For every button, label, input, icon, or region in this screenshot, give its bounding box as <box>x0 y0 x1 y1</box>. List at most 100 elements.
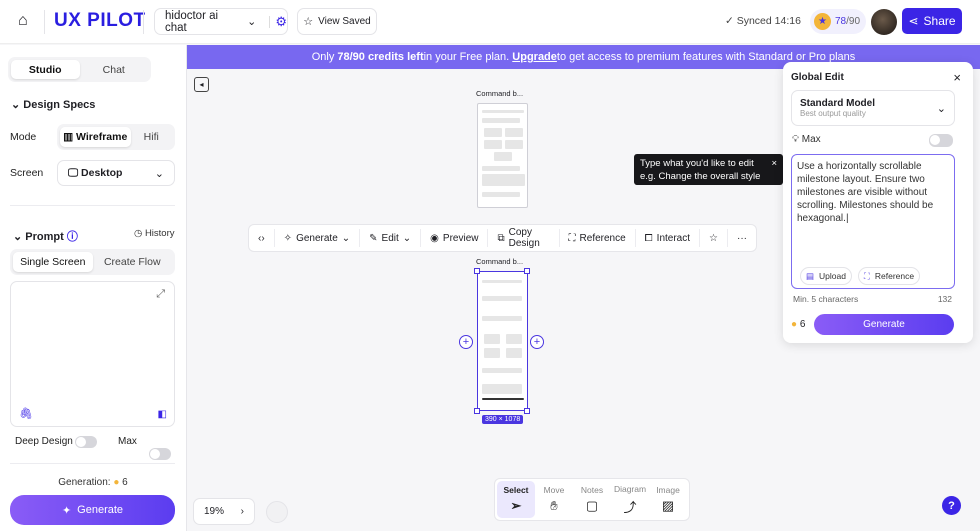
minimap-toggle[interactable] <box>266 501 288 523</box>
credits-badge[interactable]: ★ 78/90 <box>810 9 866 34</box>
add-screen-left-icon[interactable]: + <box>459 335 473 349</box>
frame2-label[interactable]: Command b... <box>476 257 523 266</box>
close-icon[interactable]: × <box>771 157 777 170</box>
more-icon: ··· <box>737 232 747 244</box>
generate-button[interactable]: ✦ Generate <box>10 495 175 525</box>
edit-menu-button[interactable]: ✎ Edit ⌄ <box>360 229 422 247</box>
sync-text: Synced 14:16 <box>736 15 801 27</box>
upload-button[interactable]: ▤ Upload <box>800 267 852 285</box>
brand-logo[interactable]: UX PILOT <box>54 10 146 32</box>
reference-icon: ⛶ <box>863 270 870 281</box>
avatar[interactable] <box>871 9 897 35</box>
model-subtitle: Best output quality <box>800 109 866 118</box>
model-select[interactable]: Standard Model Best output quality ⌄ <box>791 90 955 126</box>
edit-label: Edit <box>381 232 399 244</box>
move-label: Move <box>543 485 565 495</box>
design-specs-heading: Design Specs <box>23 99 96 111</box>
pencil-icon: ✎ <box>369 232 378 244</box>
file-icon: ▤ <box>806 270 815 281</box>
view-saved-button[interactable]: ☆ View Saved <box>297 8 377 35</box>
attach-icon[interactable]: 🖇 <box>19 407 33 420</box>
desktop-icon: 🖵 <box>68 166 79 179</box>
global-generate-label: Generate <box>863 319 905 330</box>
generate-menu-button[interactable]: ✧ Generate ⌄ <box>275 229 361 247</box>
credits-total: /90 <box>846 16 861 27</box>
mode-hifi[interactable]: Hifi <box>131 127 172 147</box>
image-label: Image <box>656 485 680 495</box>
upgrade-link[interactable]: Upgrade <box>512 51 557 63</box>
max-toggle[interactable] <box>149 448 171 460</box>
credit-coin-icon: ★ <box>814 13 831 30</box>
resize-handle[interactable] <box>474 408 480 414</box>
tool-diagram[interactable]: Diagram ⤴ <box>611 481 649 518</box>
copy-design-button[interactable]: ⧉ Copy Design <box>488 227 560 249</box>
max-label: Max <box>118 436 137 447</box>
prompt-text: Use a horizontally scrollable milestone … <box>797 161 934 224</box>
enhance-icon[interactable]: ◧ <box>158 409 167 420</box>
frame-thumbnail-1[interactable] <box>477 103 528 208</box>
tool-select[interactable]: Select ➢ <box>497 481 535 518</box>
settings-icon[interactable]: ⚙ <box>275 14 287 30</box>
prompt-toggle[interactable]: ⌄ Prompt ⓘ <box>13 228 78 244</box>
history-button[interactable]: ◷ History <box>134 228 175 239</box>
interact-button[interactable]: ⧠ Interact <box>636 229 701 247</box>
tab-single-screen[interactable]: Single Screen <box>13 252 93 272</box>
add-screen-right-icon[interactable]: + <box>530 335 544 349</box>
tooltip-line1: Type what you'd like to edit <box>640 158 754 169</box>
copy-design-label: Copy Design <box>508 227 540 249</box>
reference-button[interactable]: ⛶ Reference <box>560 229 636 247</box>
frame1-label[interactable]: Command b... <box>476 89 523 98</box>
more-button[interactable]: ··· <box>728 229 756 247</box>
code-button[interactable]: ‹› <box>249 229 275 247</box>
max-toggle[interactable] <box>929 134 953 147</box>
screen-value: Desktop <box>81 166 123 179</box>
generate-label: Generate <box>77 504 124 516</box>
chevron-right-icon: › <box>240 506 244 517</box>
edit-tooltip: Type what you'd like to edit e.g. Change… <box>634 154 783 185</box>
tool-move[interactable]: Move ✋︎ <box>535 481 573 518</box>
tab-studio[interactable]: Studio <box>11 60 80 79</box>
deep-design-label: Deep Design <box>15 436 73 447</box>
reference-button[interactable]: ⛶ Reference <box>858 267 920 285</box>
favorite-button[interactable]: ☆ <box>700 229 728 247</box>
frame-thumbnail-2-selected[interactable] <box>477 271 528 411</box>
resize-handle[interactable] <box>524 408 530 414</box>
frame-toolbar: ‹› ✧ Generate ⌄ ✎ Edit ⌄ ◉ Preview ⧉ Copy De… <box>248 224 757 252</box>
min-chars-hint: Min. 5 characters <box>793 294 859 304</box>
collapse-sidebar-icon[interactable]: ◂ <box>194 77 209 92</box>
home-icon[interactable]: ⌂ <box>18 12 28 30</box>
left-sidebar: Studio Chat ⌄ Design Specs Mode ▥ Wirefr… <box>0 45 187 531</box>
frame-size-badge: 390 × 1078 <box>482 415 524 424</box>
global-generate-button[interactable]: Generate <box>814 314 954 335</box>
tool-notes[interactable]: Notes ▢ <box>573 481 611 518</box>
share-button[interactable]: ⋖ Share <box>902 8 962 34</box>
expand-icon[interactable]: ⤢ <box>156 288 165 301</box>
cursor-icon: ➢ <box>510 498 522 513</box>
mode-wireframe[interactable]: ▥ Wireframe <box>60 127 131 147</box>
resize-handle[interactable] <box>474 268 480 274</box>
tooltip-line2: e.g. Change the overall style <box>640 171 761 182</box>
project-name: hidoctor ai chat <box>165 9 219 34</box>
close-icon[interactable]: × <box>953 70 961 85</box>
prompt-textarea[interactable]: ⤢ 🖇 ◧ <box>10 281 175 427</box>
tab-chat[interactable]: Chat <box>80 60 149 79</box>
info-icon[interactable]: ⓘ <box>67 231 78 243</box>
help-button[interactable]: ? <box>942 496 961 515</box>
preview-button[interactable]: ◉ Preview <box>421 229 489 247</box>
design-specs-toggle[interactable]: ⌄ Design Specs <box>11 98 95 111</box>
tool-image[interactable]: Image ▨ <box>649 481 687 518</box>
model-name: Standard Model <box>800 98 876 109</box>
banner-middle: in your Free plan. <box>423 51 510 63</box>
global-edit-prompt-input[interactable]: Use a horizontally scrollable milestone … <box>791 154 955 289</box>
project-selector[interactable]: hidoctor ai chat ⌄ ⚙ <box>154 8 288 35</box>
tab-create-flow[interactable]: Create Flow <box>93 252 173 272</box>
deep-design-toggle[interactable] <box>75 436 97 448</box>
chevron-down-icon: ⌄ <box>247 16 257 28</box>
max-label: Max <box>801 134 821 145</box>
zoom-control[interactable]: 19% › <box>193 498 255 525</box>
global-edit-title: Global Edit <box>791 72 844 83</box>
chevron-down-icon: ⌄ <box>154 167 164 180</box>
resize-handle[interactable] <box>524 268 530 274</box>
screen-select[interactable]: 🖵 Desktop ⌄ <box>57 160 175 186</box>
chevron-down-icon: ⌄ <box>936 102 946 115</box>
